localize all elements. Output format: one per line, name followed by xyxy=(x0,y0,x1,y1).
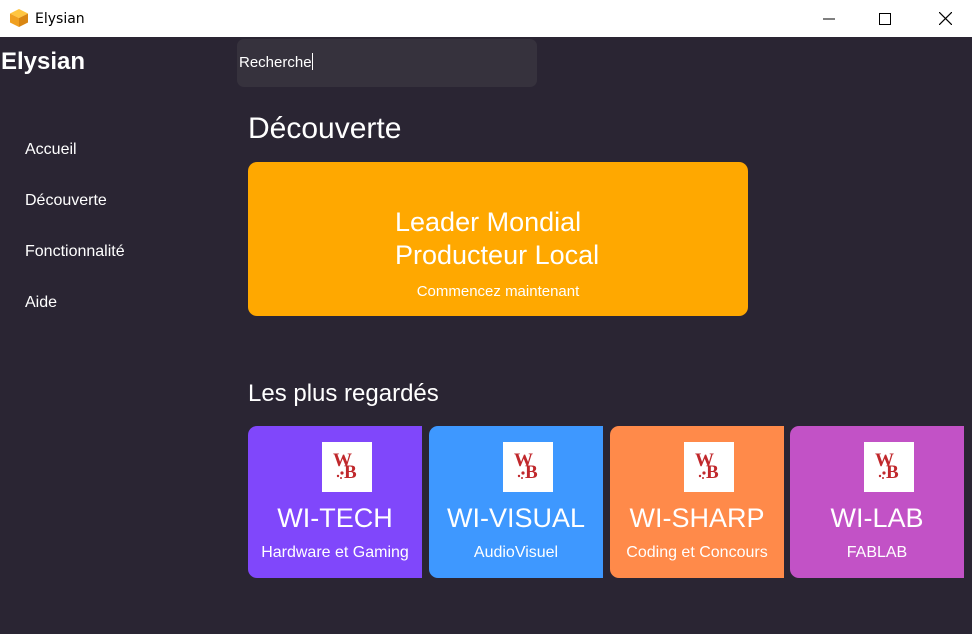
wb-logo-icon: W B xyxy=(864,442,914,492)
hero-cta-link[interactable]: Commencez maintenant xyxy=(248,283,748,300)
search-value: Recherche xyxy=(239,53,313,71)
nav-item-aide[interactable]: Aide xyxy=(25,294,57,312)
card-title: WI-TECH xyxy=(277,503,393,533)
svg-text:B: B xyxy=(344,462,357,483)
hero-line-2: Producteur Local xyxy=(395,240,600,270)
card-subtitle: AudioVisuel xyxy=(473,544,559,561)
window-titlebar[interactable]: Elysian xyxy=(0,0,972,37)
hero-banner[interactable]: Leader Mondial Producteur Local Commence… xyxy=(248,162,748,316)
card-title: WI-LAB xyxy=(830,503,924,533)
app-name: Elysian xyxy=(1,48,86,75)
svg-text:B: B xyxy=(886,462,899,483)
svg-text:B: B xyxy=(706,462,719,483)
card-wi-visual[interactable]: W B WI-VISUAL AudioVisuel xyxy=(429,426,603,578)
text-caret xyxy=(311,53,313,70)
wb-logo-icon: W B xyxy=(503,442,553,492)
card-subtitle: FABLAB xyxy=(846,544,908,561)
minimize-button[interactable] xyxy=(806,0,852,37)
wb-logo-icon: W B xyxy=(322,442,372,492)
nav-item-fonctionnalite[interactable]: Fonctionnalité xyxy=(25,243,125,261)
wb-logo-icon: W B xyxy=(684,442,734,492)
svg-text:B: B xyxy=(525,462,538,483)
popular-heading: Les plus regardés xyxy=(248,380,439,407)
nav-item-accueil[interactable]: Accueil xyxy=(25,141,77,159)
app-box-icon xyxy=(9,8,29,28)
close-button[interactable] xyxy=(922,0,968,37)
card-wi-sharp[interactable]: W B WI-SHARP Coding et Concours xyxy=(610,426,784,578)
hero-line-1: Leader Mondial xyxy=(395,207,582,237)
window-title: Elysian xyxy=(35,11,85,27)
card-wi-lab[interactable]: W B WI-LAB FABLAB xyxy=(790,426,964,578)
card-subtitle: Hardware et Gaming xyxy=(261,544,409,561)
card-subtitle: Coding et Concours xyxy=(626,544,768,561)
discover-heading: Découverte xyxy=(248,112,402,145)
card-wi-tech[interactable]: W B WI-TECH Hardware et Gaming xyxy=(248,426,422,578)
card-title: WI-VISUAL xyxy=(446,503,586,533)
nav-item-decouverte[interactable]: Découverte xyxy=(25,192,107,210)
maximize-button[interactable] xyxy=(862,0,908,37)
card-title: WI-SHARP xyxy=(629,503,765,533)
search-input[interactable]: Recherche xyxy=(237,39,537,87)
